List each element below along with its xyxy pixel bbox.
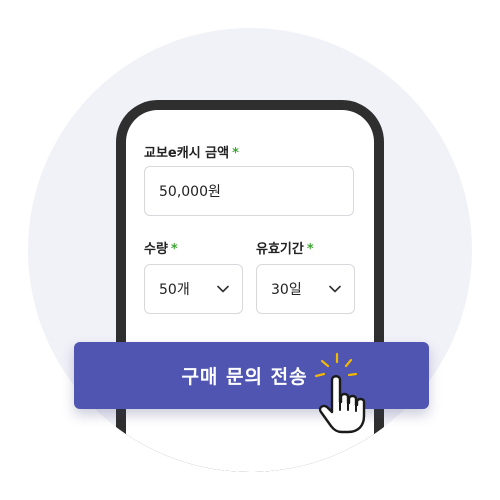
amount-label: 교보e캐시 금액 *: [144, 142, 239, 161]
phone-screen: 교보e캐시 금액 * 50,000원 수량 * 유효기간 * 50개 30일: [126, 110, 374, 472]
quantity-value: 50개: [159, 282, 190, 298]
illustration: 교보e캐시 금액 * 50,000원 수량 * 유효기간 * 50개 30일 구…: [0, 0, 500, 500]
amount-required-mark: *: [232, 146, 239, 161]
validity-select[interactable]: 30일: [256, 264, 355, 314]
chevron-down-icon: [328, 282, 342, 296]
amount-label-text: 교보e캐시 금액: [144, 146, 230, 161]
phone-clip: 교보e캐시 금액 * 50,000원 수량 * 유효기간 * 50개 30일: [28, 28, 472, 472]
chevron-down-icon: [216, 282, 230, 296]
quantity-label-text: 수량: [144, 242, 168, 257]
phone-frame: 교보e캐시 금액 * 50,000원 수량 * 유효기간 * 50개 30일: [116, 100, 384, 472]
validity-required-mark: *: [306, 242, 314, 257]
validity-label: 유효기간 *: [256, 238, 314, 257]
amount-input[interactable]: 50,000원: [144, 166, 354, 216]
quantity-select[interactable]: 50개: [144, 264, 243, 314]
submit-inquiry-label: 구매 문의 전송: [181, 366, 308, 388]
validity-label-text: 유효기간: [256, 242, 304, 257]
validity-value: 30일: [271, 282, 302, 298]
quantity-required-mark: *: [170, 242, 178, 257]
amount-value: 50,000원: [159, 184, 221, 200]
hand-pointer-icon: [314, 352, 366, 434]
quantity-label: 수량 *: [144, 238, 178, 257]
